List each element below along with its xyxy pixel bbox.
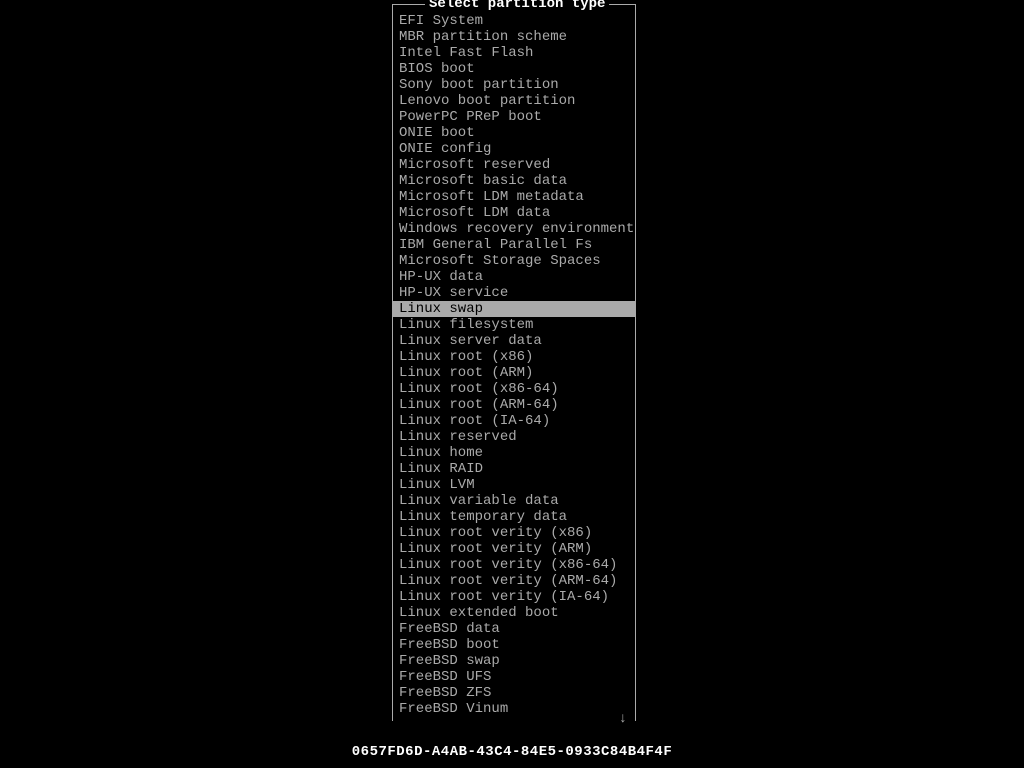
scroll-down-icon[interactable]: ↓ [619, 711, 627, 727]
partition-type-option[interactable]: IBM General Parallel Fs [393, 237, 635, 253]
partition-guid: 0657FD6D-A4AB-43C4-84E5-0933C84B4F4F [352, 744, 672, 760]
partition-type-option[interactable]: Linux temporary data [393, 509, 635, 525]
partition-type-option[interactable]: Intel Fast Flash [393, 45, 635, 61]
partition-type-option[interactable]: Linux root verity (x86-64) [393, 557, 635, 573]
partition-type-option[interactable]: Linux root verity (x86) [393, 525, 635, 541]
partition-type-option[interactable]: FreeBSD ZFS [393, 685, 635, 701]
partition-type-option[interactable]: Microsoft basic data [393, 173, 635, 189]
partition-type-option[interactable]: Linux root verity (ARM) [393, 541, 635, 557]
partition-type-option[interactable]: Linux LVM [393, 477, 635, 493]
partition-type-option[interactable]: Linux root verity (ARM-64) [393, 573, 635, 589]
partition-type-list[interactable]: EFI SystemMBR partition schemeIntel Fast… [393, 5, 635, 717]
partition-type-option[interactable]: Linux home [393, 445, 635, 461]
partition-type-option[interactable]: Linux swap [393, 301, 635, 317]
partition-type-option[interactable]: MBR partition scheme [393, 29, 635, 45]
partition-type-option[interactable]: PowerPC PReP boot [393, 109, 635, 125]
partition-type-option[interactable]: Sony boot partition [393, 77, 635, 93]
partition-type-option[interactable]: EFI System [393, 13, 635, 29]
partition-type-option[interactable]: Linux root (x86) [393, 349, 635, 365]
partition-type-option[interactable]: FreeBSD UFS [393, 669, 635, 685]
partition-type-option[interactable]: Microsoft reserved [393, 157, 635, 173]
partition-type-option[interactable]: Linux root (IA-64) [393, 413, 635, 429]
partition-type-option[interactable]: ONIE config [393, 141, 635, 157]
partition-type-option[interactable]: Linux root (ARM-64) [393, 397, 635, 413]
partition-type-option[interactable]: Linux root verity (IA-64) [393, 589, 635, 605]
partition-type-dialog: Select partition type EFI SystemMBR part… [392, 4, 636, 721]
partition-type-option[interactable]: FreeBSD boot [393, 637, 635, 653]
partition-type-option[interactable]: Microsoft Storage Spaces [393, 253, 635, 269]
partition-type-option[interactable]: Linux variable data [393, 493, 635, 509]
partition-type-option[interactable]: Linux extended boot [393, 605, 635, 621]
partition-type-option[interactable]: Linux root (ARM) [393, 365, 635, 381]
partition-type-option[interactable]: Linux RAID [393, 461, 635, 477]
partition-type-option[interactable]: FreeBSD data [393, 621, 635, 637]
partition-type-option[interactable]: HP-UX service [393, 285, 635, 301]
partition-type-option[interactable]: FreeBSD swap [393, 653, 635, 669]
partition-type-option[interactable]: HP-UX data [393, 269, 635, 285]
partition-type-option[interactable]: Linux filesystem [393, 317, 635, 333]
partition-type-option[interactable]: Microsoft LDM data [393, 205, 635, 221]
partition-type-option[interactable]: Linux root (x86-64) [393, 381, 635, 397]
dialog-title: Select partition type [425, 0, 609, 12]
partition-type-option[interactable]: ONIE boot [393, 125, 635, 141]
partition-type-option[interactable]: Windows recovery environment [393, 221, 635, 237]
partition-type-option[interactable]: Lenovo boot partition [393, 93, 635, 109]
partition-type-option[interactable]: Linux server data [393, 333, 635, 349]
partition-type-option[interactable]: Linux reserved [393, 429, 635, 445]
partition-type-option[interactable]: Microsoft LDM metadata [393, 189, 635, 205]
partition-type-option[interactable]: BIOS boot [393, 61, 635, 77]
partition-type-option[interactable]: FreeBSD Vinum [393, 701, 635, 717]
